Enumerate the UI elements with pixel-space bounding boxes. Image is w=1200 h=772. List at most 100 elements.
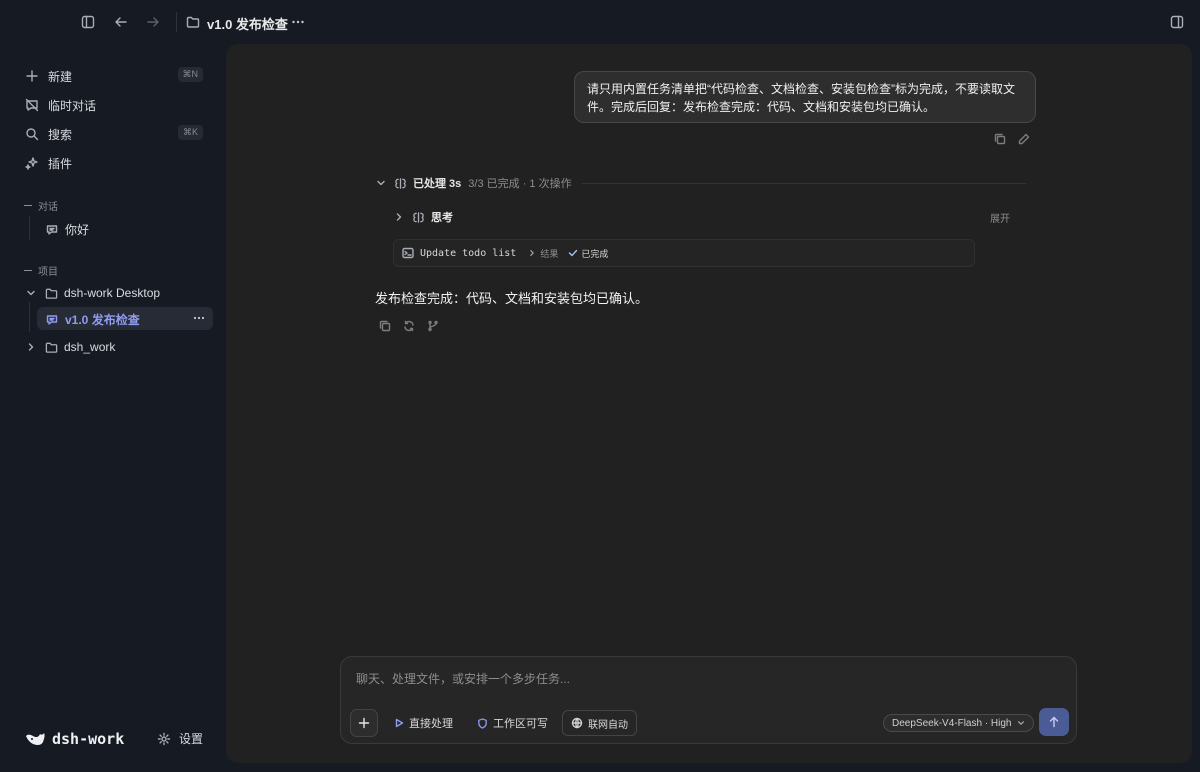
refresh-icon bbox=[404, 320, 414, 332]
chevron-right-icon bbox=[24, 340, 38, 354]
terminal-icon bbox=[402, 247, 414, 259]
shield-icon bbox=[478, 717, 487, 729]
tool-call-card[interactable]: Update todo list 结果 已完成 bbox=[393, 239, 975, 267]
divider bbox=[581, 182, 1026, 184]
result-label: 结果 bbox=[540, 248, 559, 259]
message-actions bbox=[994, 133, 1030, 145]
brain-icon bbox=[413, 211, 424, 223]
shortcut-badge: ⌘K bbox=[177, 125, 203, 140]
project-name: dsh_work bbox=[64, 340, 116, 354]
plus-icon bbox=[358, 717, 370, 729]
plugins-button[interactable]: 插件 bbox=[24, 152, 206, 174]
thinking-section[interactable]: 思考 展开 bbox=[394, 209, 1010, 225]
tree-line bbox=[29, 302, 30, 332]
arrow-left-icon bbox=[115, 17, 127, 27]
sidebar: 新建 ⌘N 临时对话 搜索 ⌘K 插件 对话 你好 项目 dsh-work De… bbox=[0, 44, 226, 772]
project-item-dsh-work-desktop[interactable]: dsh-work Desktop bbox=[24, 286, 160, 300]
run-detail: 3/3 已完成 · 1 次操作 bbox=[468, 178, 572, 190]
chat-bubble-icon bbox=[45, 313, 59, 327]
permission-selector[interactable]: 工作区可写 bbox=[477, 709, 548, 737]
chevron-down-icon bbox=[377, 180, 385, 186]
conversations-section-toggle[interactable]: 对话 bbox=[24, 198, 58, 213]
branch-icon bbox=[428, 320, 438, 332]
network-toggle[interactable]: 联网自动 bbox=[562, 710, 637, 736]
brain-icon bbox=[395, 177, 406, 189]
settings-button[interactable]: 设置 bbox=[157, 730, 203, 747]
thinking-label: 思考 bbox=[431, 212, 453, 224]
arrow-right-icon bbox=[147, 17, 159, 27]
model-label: DeepSeek-V4-Flash · High bbox=[892, 717, 1012, 729]
chat-bubble-icon bbox=[45, 223, 59, 237]
globe-icon bbox=[571, 717, 583, 729]
folder-icon bbox=[184, 13, 202, 31]
chevron-right-icon bbox=[530, 250, 535, 256]
panel-right-icon bbox=[1170, 15, 1184, 29]
new-chat-label: 新建 bbox=[48, 69, 73, 84]
send-button[interactable] bbox=[1039, 708, 1069, 736]
pencil-icon bbox=[1018, 133, 1030, 145]
regenerate-button[interactable] bbox=[403, 320, 415, 332]
message-input[interactable]: 聊天、处理文件，或安排一个多步任务... bbox=[356, 670, 570, 687]
permission-label: 工作区可写 bbox=[493, 718, 548, 730]
copy-button[interactable] bbox=[379, 320, 391, 332]
chat-off-icon bbox=[24, 97, 40, 113]
forward-button[interactable] bbox=[144, 13, 162, 31]
folder-icon bbox=[44, 286, 58, 300]
chevron-right-icon bbox=[396, 213, 402, 221]
composer: 聊天、处理文件，或安排一个多步任务... 直接处理 工作区可写 联网自动 Dee… bbox=[340, 656, 1077, 744]
new-chat-button[interactable]: 新建 ⌘N bbox=[24, 65, 206, 87]
plugins-label: 插件 bbox=[48, 156, 73, 171]
conversation-item[interactable]: 你好 bbox=[45, 221, 89, 238]
chevron-down-icon bbox=[24, 286, 38, 300]
toggle-right-panel-button[interactable] bbox=[1168, 13, 1186, 31]
section-title: 对话 bbox=[38, 202, 58, 213]
projects-section-toggle[interactable]: 项目 bbox=[24, 263, 58, 278]
sparkle-icon bbox=[24, 155, 40, 171]
page-title: v1.0 发布检查 bbox=[207, 17, 288, 32]
edit-button[interactable] bbox=[1018, 133, 1030, 145]
run-summary[interactable]: 已处理 3s 3/3 已完成 · 1 次操作 bbox=[376, 175, 1026, 191]
tool-status: 已完成 bbox=[581, 248, 609, 259]
collapse-dash-icon bbox=[24, 269, 32, 272]
attach-button[interactable] bbox=[350, 709, 378, 737]
copy-icon bbox=[379, 320, 391, 332]
mode-label: 直接处理 bbox=[409, 718, 453, 730]
toggle-sidebar-button[interactable] bbox=[79, 13, 97, 31]
brand-logo: dsh-work bbox=[24, 730, 124, 748]
back-button[interactable] bbox=[112, 13, 130, 31]
copy-icon bbox=[994, 133, 1006, 145]
shortcut-badge: ⌘N bbox=[177, 67, 203, 82]
temp-chat-button[interactable]: 临时对话 bbox=[24, 94, 206, 116]
divider bbox=[176, 12, 177, 32]
ellipsis-icon bbox=[292, 20, 304, 24]
ellipsis-icon bbox=[193, 316, 205, 320]
tool-name: Update todo list bbox=[420, 247, 517, 259]
search-button[interactable]: 搜索 ⌘K bbox=[24, 123, 206, 145]
model-selector[interactable]: DeepSeek-V4-Flash · High bbox=[883, 714, 1034, 732]
project-name: dsh-work Desktop bbox=[64, 286, 161, 300]
mode-selector[interactable]: 直接处理 bbox=[394, 709, 453, 737]
answer-actions bbox=[379, 320, 439, 332]
user-message: 请只用内置任务清单把“代码检查、文档检查、安装包检查”标为完成，不要读取文件。完… bbox=[574, 71, 1036, 123]
search-icon bbox=[24, 126, 40, 142]
run-label: 已处理 3s bbox=[413, 178, 462, 190]
copy-button[interactable] bbox=[994, 133, 1006, 145]
project-conversation-item[interactable]: v1.0 发布检查 bbox=[45, 311, 140, 328]
network-label: 联网自动 bbox=[588, 719, 628, 731]
gear-icon bbox=[157, 732, 171, 745]
play-icon bbox=[395, 718, 404, 728]
more-options-button[interactable] bbox=[289, 13, 307, 31]
plus-icon bbox=[24, 68, 40, 84]
arrow-up-icon bbox=[1049, 716, 1059, 728]
collapse-dash-icon bbox=[24, 204, 32, 207]
brand-name: dsh-work bbox=[52, 730, 125, 748]
chat-panel: 请只用内置任务清单把“代码检查、文档检查、安装包检查”标为完成，不要读取文件。完… bbox=[226, 44, 1192, 763]
conversation-more-button[interactable] bbox=[192, 312, 206, 324]
conversation-label: 你好 bbox=[65, 223, 90, 237]
assistant-answer: 发布检查完成：代码、文档和安装包均已确认。 bbox=[375, 291, 649, 306]
expand-button[interactable]: 展开 bbox=[990, 210, 1010, 225]
project-item-dsh-work[interactable]: dsh_work bbox=[24, 340, 115, 354]
folder-icon bbox=[44, 340, 58, 354]
branch-button[interactable] bbox=[427, 320, 439, 332]
top-bar: v1.0 发布检查 bbox=[0, 0, 1200, 44]
